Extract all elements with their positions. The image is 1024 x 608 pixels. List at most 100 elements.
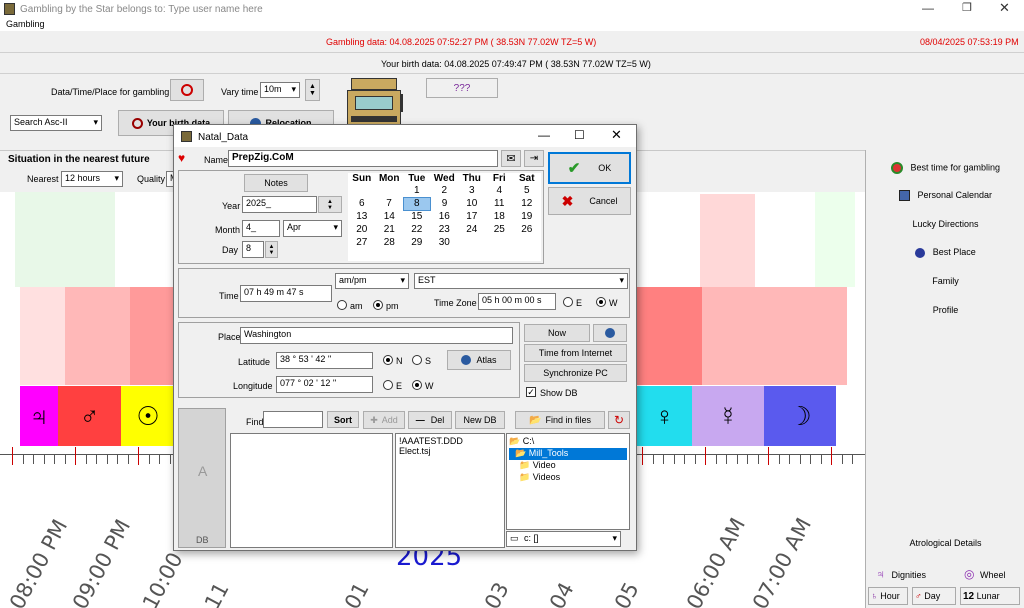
calendar-day[interactable]: 24 <box>458 223 486 236</box>
calendar-day[interactable]: 18 <box>486 210 514 223</box>
am-radio[interactable] <box>337 300 347 310</box>
calendar-day[interactable]: 26 <box>513 223 541 236</box>
drive-select[interactable]: ▭ c: [] <box>506 531 621 547</box>
folder-item[interactable]: 📁 Videos <box>509 472 627 484</box>
calendar-day[interactable]: 16 <box>431 210 459 223</box>
year-spinner[interactable]: ▲ ▼ <box>318 196 342 213</box>
calendar-day[interactable]: 15 <box>403 210 431 223</box>
year-input[interactable]: 2025_ <box>242 196 317 213</box>
sort-button[interactable]: Sort <box>327 411 359 428</box>
vary-time-select[interactable]: 10m <box>260 82 300 98</box>
astro-details-button[interactable]: Atrological Details <box>866 538 1024 548</box>
calendar-day[interactable]: 13 <box>348 210 376 223</box>
calendar-day[interactable]: 19 <box>513 210 541 223</box>
now-globe-button[interactable] <box>593 324 627 342</box>
calendar-day[interactable]: 22 <box>403 223 431 236</box>
calendar-day[interactable]: 5 <box>513 184 541 197</box>
lunar-button[interactable]: 12 Lunar <box>960 587 1020 605</box>
month-input[interactable]: 4_ <box>242 220 280 237</box>
folder-item[interactable]: 📂 C:\ <box>509 436 627 448</box>
timezone-select[interactable]: EST <box>414 273 628 289</box>
pm-radio[interactable] <box>373 300 383 310</box>
hour-button[interactable]: ♄ Hour <box>868 587 908 605</box>
calendar-day[interactable]: 17 <box>458 210 486 223</box>
calendar-day[interactable]: 4 <box>486 184 514 197</box>
del-button[interactable]: — Del <box>408 411 452 429</box>
tz-input[interactable]: 05 h 00 m 00 s <box>478 293 556 310</box>
refresh-button[interactable]: ↻ <box>608 411 630 429</box>
month-select[interactable]: Apr <box>283 220 342 237</box>
profile-button[interactable]: Profile <box>866 305 1024 315</box>
place-input[interactable]: Washington <box>240 327 513 344</box>
atlas-button[interactable]: Atlas <box>447 350 511 370</box>
now-button[interactable]: Now <box>524 324 590 342</box>
calendar-day[interactable]: 20 <box>348 223 376 236</box>
calendar-day[interactable]: 10 <box>458 197 486 210</box>
export-button[interactable]: ⇥ <box>524 150 544 167</box>
calendar-day[interactable]: 29 <box>403 236 431 249</box>
name-input[interactable]: PrepZig.CoM <box>228 150 498 167</box>
best-time-button[interactable]: Best time for gambling <box>866 162 1024 174</box>
menu-gambling[interactable]: Gambling <box>6 19 45 29</box>
folder-item-selected[interactable]: 📂 Mill_Tools <box>509 448 627 460</box>
dignities-button[interactable]: ♃ Dignities <box>876 567 946 583</box>
calendar-day[interactable]: 6 <box>348 197 376 210</box>
find-in-files-button[interactable]: 📂 Find in files <box>515 411 605 429</box>
close-icon[interactable]: ✕ <box>999 0 1010 16</box>
dialog-close-icon[interactable]: ✕ <box>611 127 622 143</box>
calendar-day[interactable]: 2 <box>431 184 459 197</box>
calendar[interactable]: Sun Mon Tue Wed Thu Fri Sat 1 2 3 4 5 6 7 8 9 10 11 12 13 14… <box>348 173 541 261</box>
qqq-button[interactable]: ??? <box>426 78 498 98</box>
time-from-internet-button[interactable]: Time from Internet <box>524 344 627 362</box>
find-input[interactable] <box>263 411 323 428</box>
search-asc-select[interactable]: Search Asc-II <box>10 115 102 131</box>
calendar-day[interactable]: 30 <box>431 236 459 249</box>
lucky-directions-button[interactable]: Lucky Directions <box>866 219 1024 229</box>
nearest-select[interactable]: 12 hours <box>61 171 123 187</box>
calendar-day[interactable]: 8 <box>402 196 431 211</box>
family-button[interactable]: Family <box>866 276 1024 286</box>
vary-time-spinner[interactable]: ▲ ▼ <box>305 79 320 101</box>
latitude-input[interactable]: 38 ° 53 ' 42 '' <box>276 352 373 369</box>
calendar-day[interactable]: 1 <box>403 184 431 197</box>
calendar-day[interactable]: 11 <box>486 197 514 210</box>
day-button[interactable]: ♂ Day <box>912 587 956 605</box>
restore-icon[interactable]: ❐ <box>962 1 972 14</box>
calendar-day[interactable]: 25 <box>486 223 514 236</box>
longitude-input[interactable]: 077 ° 02 ' 12 '' <box>276 376 373 393</box>
lat-n-radio[interactable] <box>383 355 393 365</box>
clock-button[interactable] <box>170 79 204 101</box>
dialog-maximize-icon[interactable]: ☐ <box>574 128 585 142</box>
tz-e-radio[interactable] <box>563 297 573 307</box>
tz-w-radio[interactable] <box>596 297 606 307</box>
best-place-button[interactable]: Best Place <box>866 247 1024 258</box>
wheel-button[interactable]: ◎ Wheel <box>964 567 1019 583</box>
cancel-button[interactable]: ✖ Cancel <box>548 187 631 215</box>
calendar-day[interactable]: 28 <box>376 236 404 249</box>
calendar-day[interactable]: 3 <box>458 184 486 197</box>
file-list[interactable]: !AAATEST.DDD Elect.tsj <box>395 433 505 548</box>
show-db-checkbox[interactable]: ✓ <box>526 387 536 397</box>
calendar-day[interactable]: 12 <box>513 197 541 210</box>
calendar-day[interactable]: 14 <box>376 210 404 223</box>
minimize-icon[interactable]: — <box>922 1 934 15</box>
day-input[interactable]: 8 <box>242 241 264 258</box>
new-db-button[interactable]: New DB <box>455 411 505 429</box>
lon-w-radio[interactable] <box>412 380 422 390</box>
calendar-day[interactable]: 27 <box>348 236 376 249</box>
file-item[interactable]: !AAATEST.DDD <box>399 436 501 446</box>
dialog-minimize-icon[interactable]: — <box>538 128 550 142</box>
add-button[interactable]: ✚ Add <box>363 411 405 429</box>
ok-button[interactable]: ✔ OK <box>548 152 631 184</box>
mail-button[interactable]: ✉ <box>501 150 521 167</box>
personal-calendar-button[interactable]: Personal Calendar <box>866 190 1024 202</box>
calendar-day[interactable]: 7 <box>376 197 404 210</box>
folder-tree[interactable]: 📂 C:\ 📂 Mill_Tools 📁 Video 📁 Videos <box>506 433 630 530</box>
file-item[interactable]: Elect.tsj <box>399 446 501 456</box>
day-spinner[interactable]: ▲ ▼ <box>265 241 278 258</box>
calendar-day[interactable]: 9 <box>431 197 459 210</box>
db-list[interactable] <box>230 433 393 548</box>
time-input[interactable]: 07 h 49 m 47 s <box>240 285 332 302</box>
lat-s-radio[interactable] <box>412 355 422 365</box>
notes-button[interactable]: Notes <box>244 174 308 192</box>
